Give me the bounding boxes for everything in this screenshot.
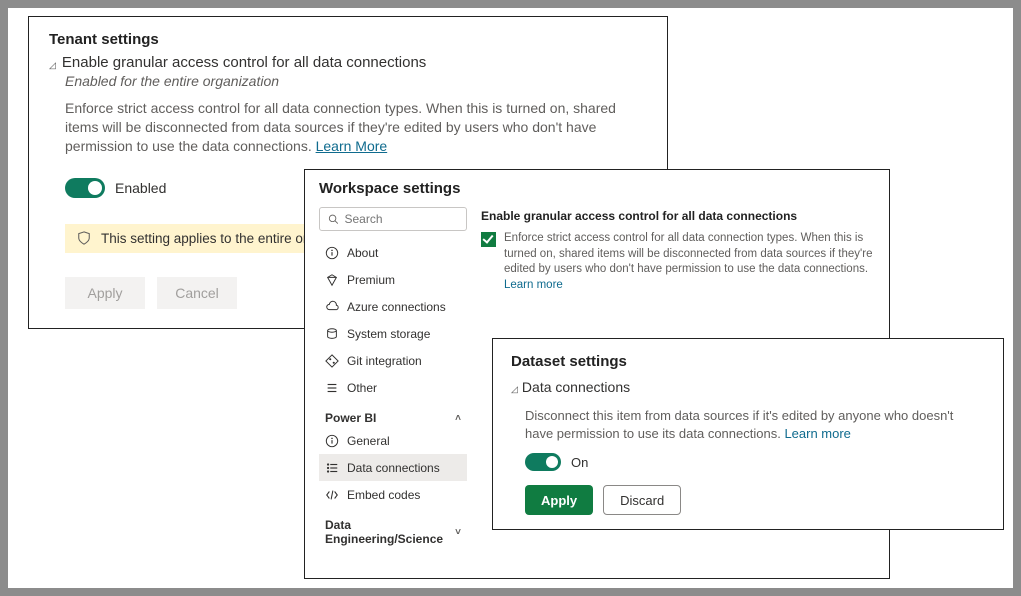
workspace-main-title: Enable granular access control for all d…: [481, 209, 875, 223]
dataset-toggle-label: On: [571, 455, 588, 470]
nav-group-data-engineering[interactable]: Data Engineering/Science ˅: [319, 514, 467, 548]
tenant-apply-button[interactable]: Apply: [65, 277, 145, 309]
data-connections-icon: [325, 461, 339, 475]
cloud-icon: [325, 300, 339, 314]
chevron-down-icon: ˅: [455, 527, 461, 538]
nav-group-powerbi[interactable]: Power BI ˄: [319, 407, 467, 427]
workspace-nav: About Premium Azure connections: [319, 207, 467, 578]
tenant-scope-banner: This setting applies to the entire organ…: [65, 224, 345, 253]
dataset-heading: Dataset settings: [511, 353, 985, 370]
workspace-search[interactable]: [319, 207, 467, 231]
storage-icon: [325, 327, 339, 341]
nav-embed-codes[interactable]: Embed codes: [319, 481, 467, 508]
code-icon: [325, 488, 339, 502]
nav-git-integration[interactable]: Git integration: [319, 347, 467, 374]
tenant-description: Enforce strict access control for all da…: [65, 99, 635, 156]
search-input[interactable]: [344, 212, 458, 226]
tenant-learn-more-link[interactable]: Learn More: [316, 138, 388, 154]
collapse-icon[interactable]: ◿: [49, 60, 56, 71]
collapse-icon[interactable]: ◿: [511, 384, 518, 395]
workspace-heading: Workspace settings: [319, 180, 875, 197]
nav-azure-connections[interactable]: Azure connections: [319, 293, 467, 320]
search-icon: [328, 213, 338, 225]
chevron-up-icon: ˄: [455, 413, 461, 424]
shield-icon: [77, 231, 91, 245]
tenant-cancel-button[interactable]: Cancel: [157, 277, 237, 309]
nav-other[interactable]: Other: [319, 374, 467, 401]
tenant-title: Enable granular access control for all d…: [62, 54, 426, 71]
nav-general[interactable]: General: [319, 427, 467, 454]
diamond-icon: [325, 273, 339, 287]
dataset-toggle[interactable]: [525, 453, 561, 471]
dataset-apply-button[interactable]: Apply: [525, 485, 593, 515]
nav-system-storage[interactable]: System storage: [319, 320, 467, 347]
dataset-learn-more-link[interactable]: Learn more: [784, 426, 850, 441]
dataset-description: Disconnect this item from data sources i…: [525, 407, 985, 443]
list-icon: [325, 381, 339, 395]
tenant-enabled-toggle[interactable]: [65, 178, 105, 198]
dataset-settings-panel: Dataset settings ◿ Data connections Disc…: [492, 338, 1004, 530]
nav-premium[interactable]: Premium: [319, 266, 467, 293]
git-icon: [325, 354, 339, 368]
nav-about[interactable]: About: [319, 239, 467, 266]
info-icon: [325, 246, 339, 260]
workspace-description: Enforce strict access control for all da…: [504, 231, 875, 293]
nav-data-connections[interactable]: Data connections: [319, 454, 467, 481]
dataset-discard-button[interactable]: Discard: [603, 485, 681, 515]
dataset-subtitle: Data connections: [522, 379, 630, 395]
workspace-learn-more-link[interactable]: Learn more: [504, 279, 563, 291]
info-icon: [325, 434, 339, 448]
tenant-toggle-label: Enabled: [115, 180, 166, 196]
tenant-heading: Tenant settings: [49, 31, 647, 48]
tenant-subtitle: Enabled for the entire organization: [65, 73, 647, 89]
workspace-enable-checkbox[interactable]: [481, 232, 496, 247]
